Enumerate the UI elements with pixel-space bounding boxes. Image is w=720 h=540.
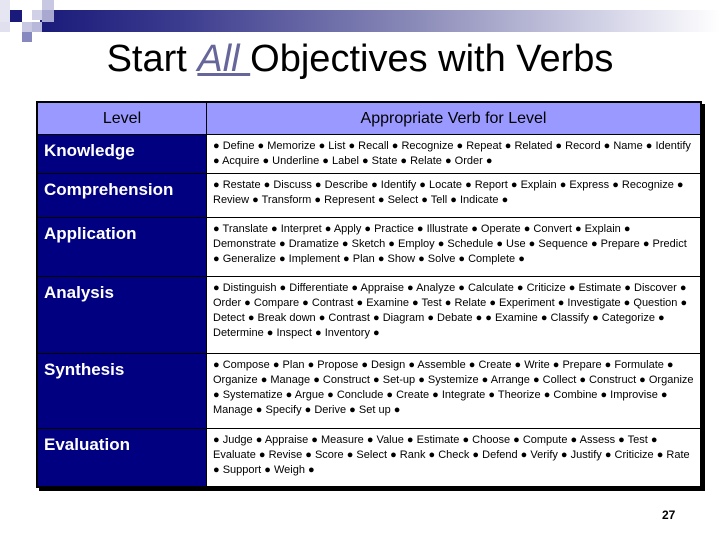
table-row: Comprehension ● Restate ● Discuss ● Desc… (36, 173, 702, 218)
verbs-table: Level Appropriate Verb for Level Knowled… (36, 101, 702, 488)
verbs-cell: ● Compose ● Plan ● Propose ● Design ● As… (206, 353, 702, 429)
level-cell: Knowledge (36, 134, 207, 174)
table-row: Analysis ● Distinguish ● Differentiate ●… (36, 276, 702, 354)
table-row: Knowledge ● Define ● Memorize ● List ● R… (36, 134, 702, 174)
deco-square (32, 10, 42, 20)
level-cell: Synthesis (36, 353, 207, 429)
table-header-row: Level Appropriate Verb for Level (36, 101, 702, 135)
table-row: Synthesis ● Compose ● Plan ● Propose ● D… (36, 353, 702, 429)
level-cell: Analysis (36, 276, 207, 354)
slide-title: Start All Objectives with Verbs (0, 38, 720, 81)
title-suffix: Objectives with Verbs (250, 38, 614, 80)
table-row: Evaluation ● Judge ● Appraise ● Measure … (36, 428, 702, 487)
verbs-cell: ● Judge ● Appraise ● Measure ● Value ● E… (206, 428, 702, 487)
level-cell: Application (36, 217, 207, 277)
deco-square (10, 10, 22, 22)
deco-square (0, 0, 10, 10)
deco-square (0, 10, 10, 22)
deco-square (0, 22, 10, 32)
header-verbs: Appropriate Verb for Level (206, 101, 702, 135)
page-number: 27 (662, 508, 676, 522)
deco-square (22, 22, 32, 32)
deco-square (42, 10, 54, 22)
title-emphasis: All (197, 38, 251, 80)
header-level: Level (36, 101, 207, 135)
level-cell: Evaluation (36, 428, 207, 487)
verbs-cell: ● Restate ● Discuss ● Describe ● Identif… (206, 173, 702, 218)
table-row: Application ● Translate ● Interpret ● Ap… (36, 217, 702, 277)
deco-square (42, 0, 54, 10)
verbs-cell: ● Define ● Memorize ● List ● Recall ● Re… (206, 134, 702, 174)
title-prefix: Start (106, 38, 198, 80)
verbs-cell: ● Distinguish ● Differentiate ● Appraise… (206, 276, 702, 354)
deco-square (22, 0, 32, 10)
gradient-bar (40, 10, 720, 32)
verbs-cell: ● Translate ● Interpret ● Apply ● Practi… (206, 217, 702, 277)
deco-square (32, 22, 42, 32)
level-cell: Comprehension (36, 173, 207, 218)
